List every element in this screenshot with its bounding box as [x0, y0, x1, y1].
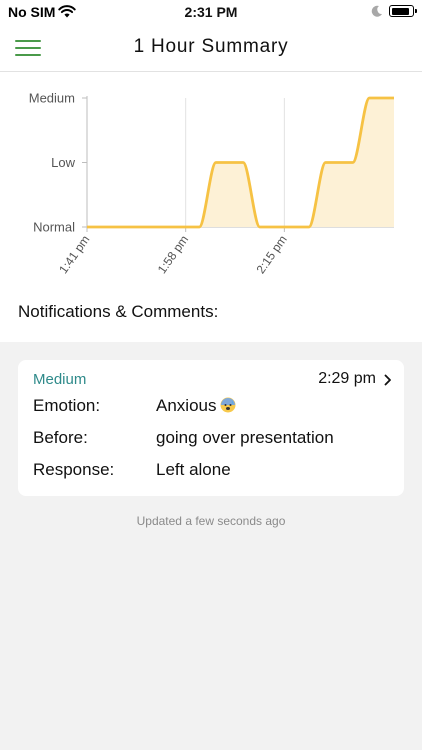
- x-tick-label-1: 1:58 pm: [155, 233, 191, 277]
- status-bar: No SIM 2:31 PM: [0, 0, 422, 24]
- status-time: 2:31 PM: [184, 4, 238, 20]
- response-label: Response:: [33, 460, 115, 479]
- chevron-right-icon: [384, 374, 391, 386]
- before-value: going over presentation: [156, 428, 334, 447]
- updated-label: Updated a few seconds ago: [136, 514, 286, 528]
- battery-icon: [389, 5, 417, 17]
- emotion-value: Anxious: [156, 396, 236, 416]
- x-tick-label-2: 2:15 pm: [253, 233, 289, 277]
- y-tick-label-2: Medium: [29, 91, 75, 106]
- notification-level: Medium: [33, 371, 87, 388]
- notifications-title: Notifications & Comments:: [18, 302, 219, 321]
- moon-icon: [371, 5, 382, 17]
- notification-card[interactable]: Medium 2:29 pm Emotion: Anxious Before: …: [18, 360, 404, 496]
- anxious-face-icon: [220, 397, 236, 413]
- page-title: 1 Hour Summary: [133, 36, 289, 57]
- before-label: Before:: [33, 428, 88, 447]
- nav-bar: 1 Hour Summary: [0, 24, 422, 72]
- notification-time: 2:29 pm: [318, 370, 376, 387]
- response-value: Left alone: [156, 460, 231, 479]
- summary-content: Normal Low Medium 1:41 pm 1:58 pm 2:15 pm Not…: [0, 72, 422, 342]
- x-tick-label-0: 1:41 pm: [56, 233, 92, 277]
- level-chart: Normal Low Medium 1:41 pm 1:58 pm 2:15 pm: [29, 91, 394, 277]
- y-tick-label-1: Low: [51, 155, 75, 170]
- y-tick-label-0: Normal: [33, 220, 75, 235]
- emotion-label: Emotion:: [33, 396, 101, 415]
